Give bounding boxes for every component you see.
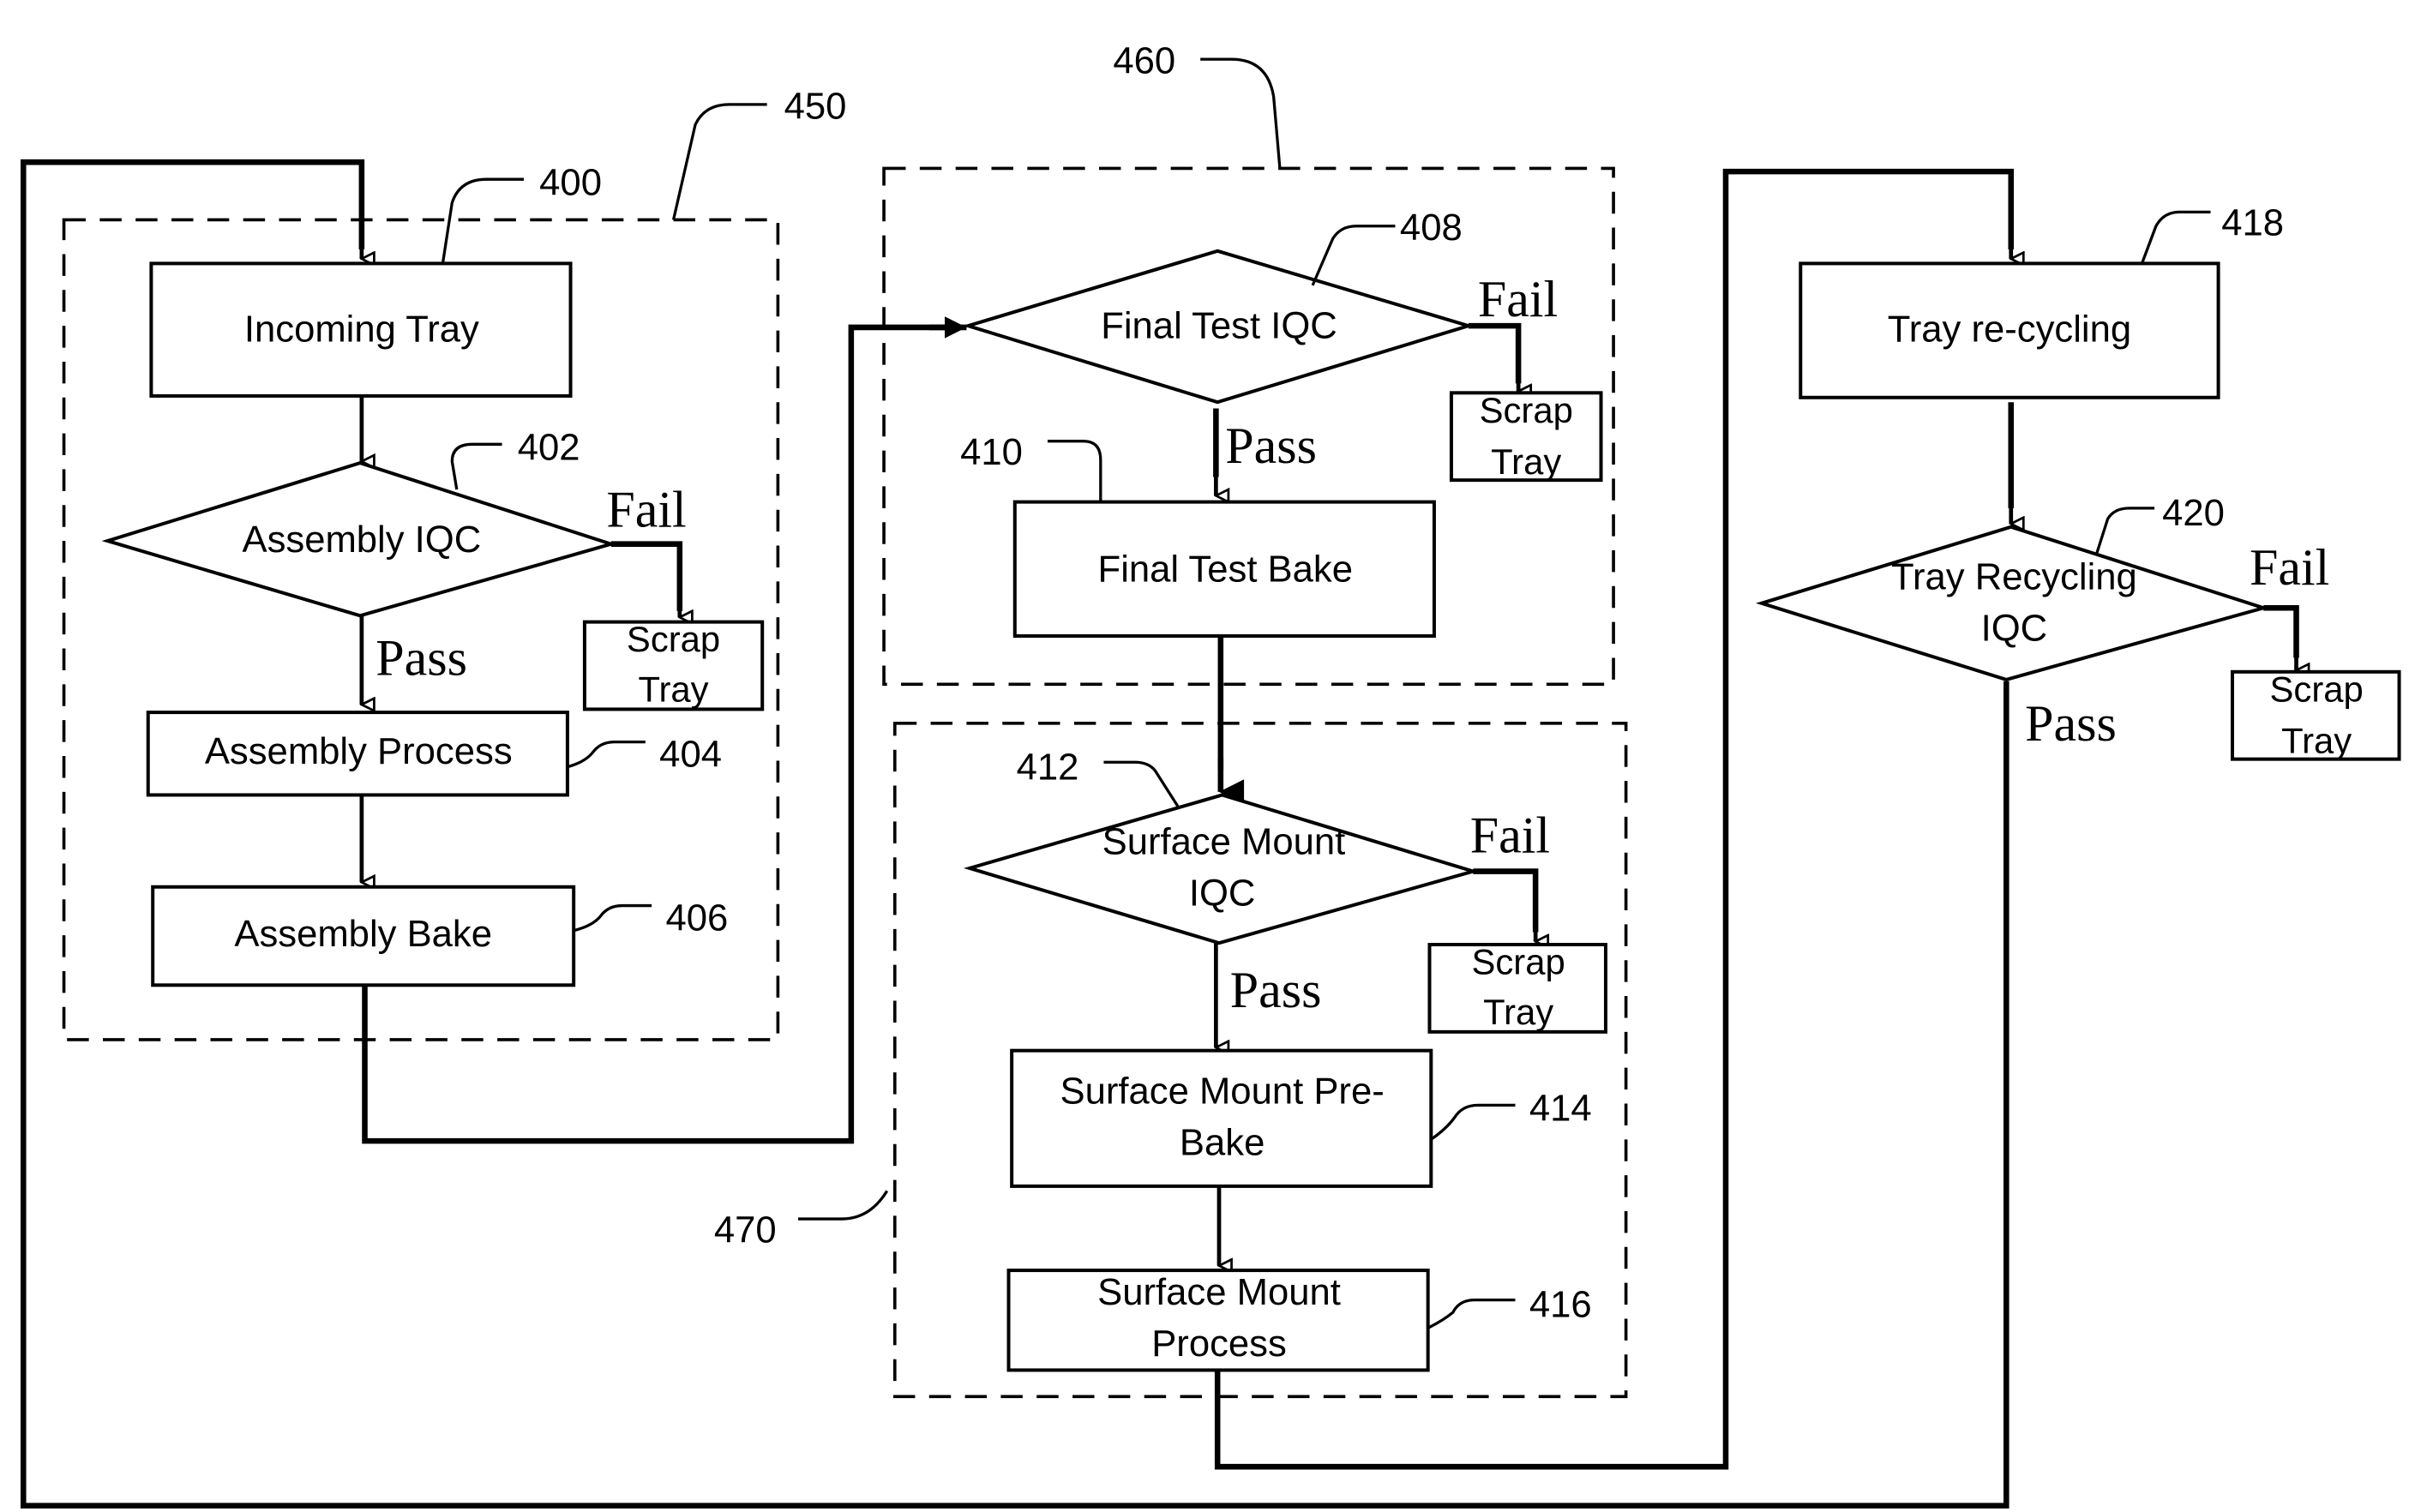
pass-label-420: Pass [2025,695,2117,752]
tray-recycling-iqc-label-2: IQC [1981,607,2048,649]
ref-470: 470 [714,1209,777,1251]
pass-label-408: Pass [1225,417,1317,474]
flowchart-canvas: 450 460 470 Incoming Tray 400 Assembly I… [21,40,2401,1509]
fail-label-408: Fail [1478,271,1558,327]
edge-recycling-iqc-fail [2263,604,2299,658]
ref-408: 408 [1400,207,1463,249]
edge-final-test-iqc-fail [1468,322,1522,384]
node-assembly-bake[interactable]: Assembly Bake 406 [151,885,728,987]
node-incoming-tray[interactable]: Incoming Tray 400 [149,161,602,398]
assembly-process-label: Assembly Process [205,730,513,772]
edge-assembly-iqc-fail [610,541,683,611]
incoming-tray-label: Incoming Tray [244,308,479,350]
fail-label-412: Fail [1470,807,1550,864]
scrap-tray-412: Scrap Tray [1427,942,1607,1034]
surface-mount-iqc-label-2: IQC [1189,873,1256,915]
pass-label-402: Pass [375,629,467,686]
node-assembly-process[interactable]: Assembly Process 404 [146,711,722,797]
tray-recycling-label: Tray re-cycling [1888,308,2131,350]
ref-410: 410 [960,431,1023,473]
svg-text:Tray: Tray [1483,992,1553,1032]
node-assembly-iqc[interactable]: Assembly IQC 402 [101,427,617,618]
ref-460: 460 [1113,40,1175,82]
assembly-iqc-label: Assembly IQC [242,519,481,561]
scrap-tray-402: Scrap Tray [582,619,765,711]
node-surface-mount-prebake[interactable]: Surface Mount Pre- Bake 414 [1010,1048,1592,1188]
node-final-test-bake[interactable]: Final Test Bake 410 [960,431,1436,638]
edge-sm-iqc-fail [1473,868,1539,933]
ref-420: 420 [2162,492,2225,534]
ref-418: 418 [2221,202,2284,244]
svg-text:Tray: Tray [1491,441,1561,482]
ref-414: 414 [1529,1088,1592,1130]
tray-recycling-iqc-label-1: Tray Recycling [1891,555,2137,597]
surface-mount-process-label-1: Surface Mount [1097,1271,1341,1313]
ref-406: 406 [665,897,728,939]
svg-text:Scrap: Scrap [1480,390,1573,430]
ref-450: 450 [784,85,847,127]
svg-text:Scrap: Scrap [627,619,720,659]
scrap-tray-420: Scrap Tray [2230,669,2401,761]
svg-text:Scrap: Scrap [1472,942,1565,982]
fail-label-420: Fail [2250,539,2329,596]
final-test-bake-label: Final Test Bake [1098,548,1353,590]
surface-mount-prebake-label-1: Surface Mount Pre- [1060,1071,1385,1113]
node-final-test-iqc[interactable]: Final Test IQC 408 [962,207,1475,405]
svg-text:Tray: Tray [639,669,709,709]
final-test-iqc-label: Final Test IQC [1101,305,1337,347]
node-surface-mount-process[interactable]: Surface Mount Process 416 [1006,1269,1592,1372]
svg-text:Scrap: Scrap [2270,669,2364,709]
surface-mount-prebake-label-2: Bake [1180,1122,1265,1164]
surface-mount-iqc-label-1: Surface Mount [1102,821,1346,863]
ref-416: 416 [1529,1284,1592,1326]
ref-402: 402 [518,427,580,469]
assembly-bake-label: Assembly Bake [234,913,492,955]
node-tray-recycling[interactable]: Tray re-cycling 418 [1799,202,2284,399]
fail-label-402: Fail [606,482,686,538]
svg-text:Tray: Tray [2281,720,2352,760]
ref-400: 400 [539,161,602,203]
surface-mount-process-label-2: Process [1151,1323,1287,1365]
pass-label-412: Pass [1230,962,1322,1018]
scrap-tray-408: Scrap Tray [1449,390,1603,483]
ref-404: 404 [659,734,722,776]
ref-412: 412 [1017,746,1079,788]
